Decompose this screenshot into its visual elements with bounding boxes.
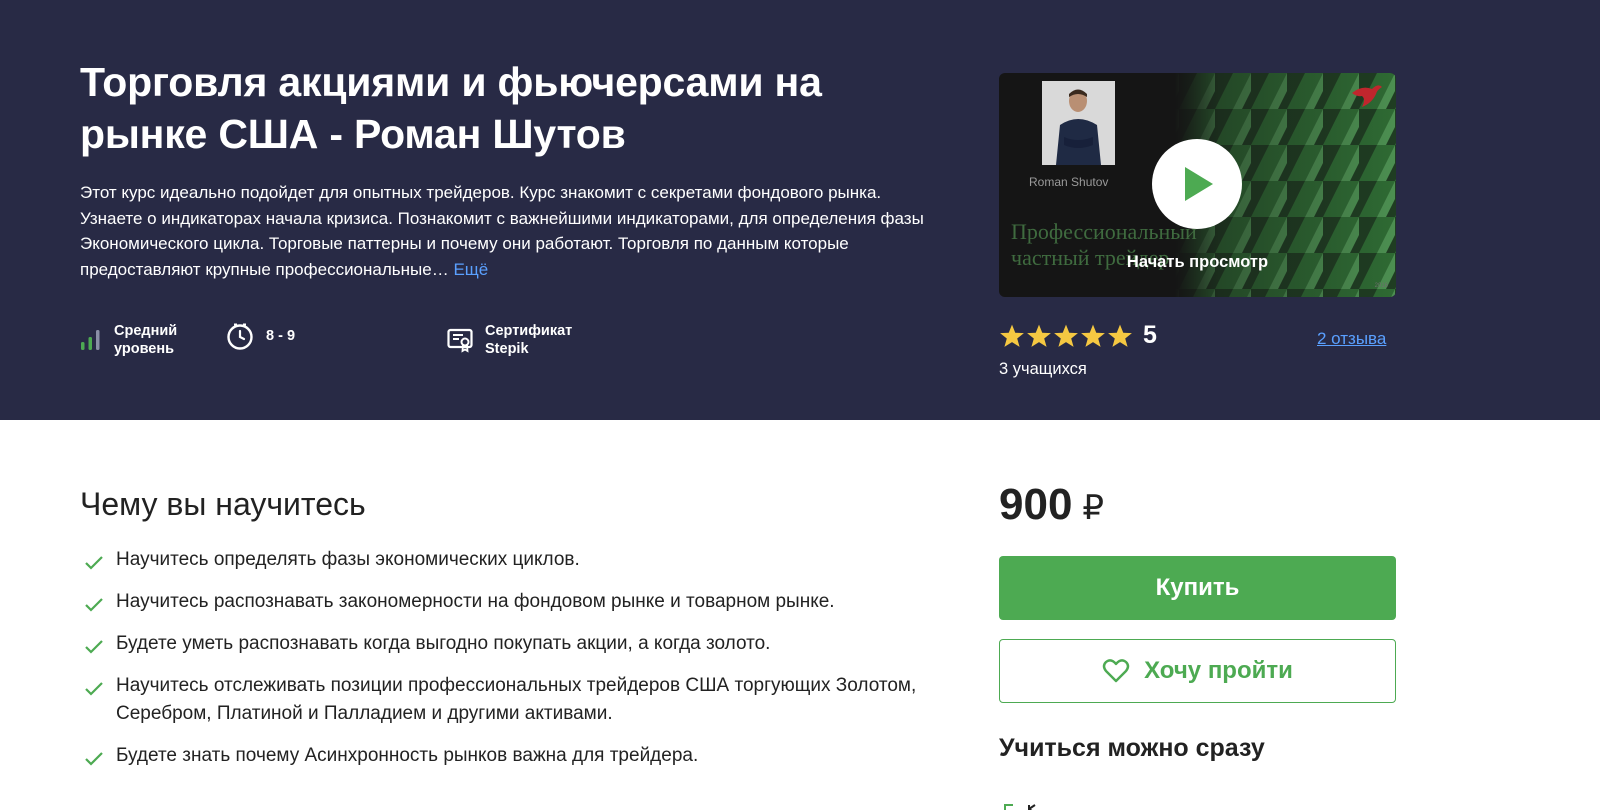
wishlist-label: Хочу пройти — [1144, 657, 1293, 684]
star-icon — [1027, 324, 1051, 347]
meta-level: Средний уровень — [80, 322, 177, 358]
check-icon — [84, 678, 104, 706]
rating: 5 — [999, 321, 1157, 350]
learn-item: Научитесь распознавать закономерности на… — [80, 588, 920, 616]
certificate-line1: Сертификат — [485, 323, 573, 339]
level-line2: уровень — [114, 341, 175, 357]
meta-certificate: Сертификат Stepik — [447, 322, 572, 358]
star-icon — [1054, 324, 1078, 347]
price-amount: 900 — [999, 480, 1073, 529]
video-preview[interactable]: Roman Shutov Профессиональный частный тре… — [999, 73, 1396, 297]
learn-item-text: Будете уметь распознавать когда выгодно … — [116, 633, 771, 654]
rating-stars — [999, 323, 1133, 349]
play-icon — [1185, 167, 1213, 201]
learn-list: Научитесь определять фазы экономических … — [80, 546, 920, 784]
bar-chart-icon — [80, 329, 102, 351]
certificate-text: Сертификат Stepik — [485, 322, 572, 358]
learn-item: Будете знать почему Асинхронность рынков… — [80, 742, 920, 770]
price: 900 ₽ — [999, 480, 1104, 530]
start-title: Учиться можно сразу — [999, 734, 1265, 762]
meta-duration: 8 - 9 — [226, 322, 295, 350]
course-hero: Торговля акциями и фьючерсами на рынке С… — [0, 0, 1600, 420]
learn-title: Чему вы научитесь — [80, 486, 366, 522]
learn-item-text: Научитесь определять фазы экономических … — [116, 549, 580, 570]
level-text: Средний уровень — [114, 322, 177, 358]
students-count: 3 учащихся — [999, 360, 1087, 378]
star-icon — [1081, 324, 1105, 347]
buy-button[interactable]: Купить — [999, 556, 1396, 620]
check-icon — [84, 594, 104, 622]
video-corner-text: 2016 — [1374, 283, 1388, 289]
presenter-photo — [1042, 81, 1115, 165]
learn-item: Научитесь отслеживать позиции профессион… — [80, 672, 920, 728]
learn-item-text: Научитесь распознавать закономерности на… — [116, 591, 835, 612]
clock-icon — [226, 322, 254, 350]
learn-item-text: Будете знать почему Асинхронность рынков… — [116, 745, 699, 766]
video-overlay-line1: Профессиональный — [1011, 219, 1197, 244]
bird-logo-icon — [1350, 81, 1384, 116]
reviews-link[interactable]: 2 отзыва — [1317, 329, 1386, 349]
heart-icon — [1102, 658, 1130, 684]
play-button[interactable] — [1152, 139, 1242, 229]
more-link[interactable]: Ещё — [453, 260, 488, 279]
cut-off-content — [1003, 800, 1063, 810]
course-description-text: Этот курс идеально подойдет для опытных … — [80, 183, 924, 279]
course-title: Торговля акциями и фьючерсами на рынке С… — [80, 59, 822, 157]
wishlist-button[interactable]: Хочу пройти — [999, 639, 1396, 703]
check-icon — [84, 636, 104, 664]
presenter-name: Roman Shutov — [1029, 175, 1109, 189]
check-icon — [84, 552, 104, 580]
duration-value: 8 - 9 — [266, 328, 296, 344]
certificate-icon — [447, 327, 473, 353]
video-caption: Начать просмотр — [1126, 253, 1269, 271]
star-icon — [1000, 324, 1024, 347]
check-icon — [84, 748, 104, 776]
course-description: Этот курс идеально подойдет для опытных … — [80, 180, 930, 282]
price-currency: ₽ — [1082, 489, 1105, 527]
learn-item: Научитесь определять фазы экономических … — [80, 546, 920, 574]
learn-item: Будете уметь распознавать когда выгодно … — [80, 630, 920, 658]
rating-value: 5 — [1143, 321, 1157, 349]
level-line1: Средний — [114, 323, 178, 339]
certificate-line2: Stepik — [485, 341, 529, 357]
learn-item-text: Научитесь отслеживать позиции профессион… — [116, 675, 917, 724]
star-icon — [1108, 324, 1132, 347]
